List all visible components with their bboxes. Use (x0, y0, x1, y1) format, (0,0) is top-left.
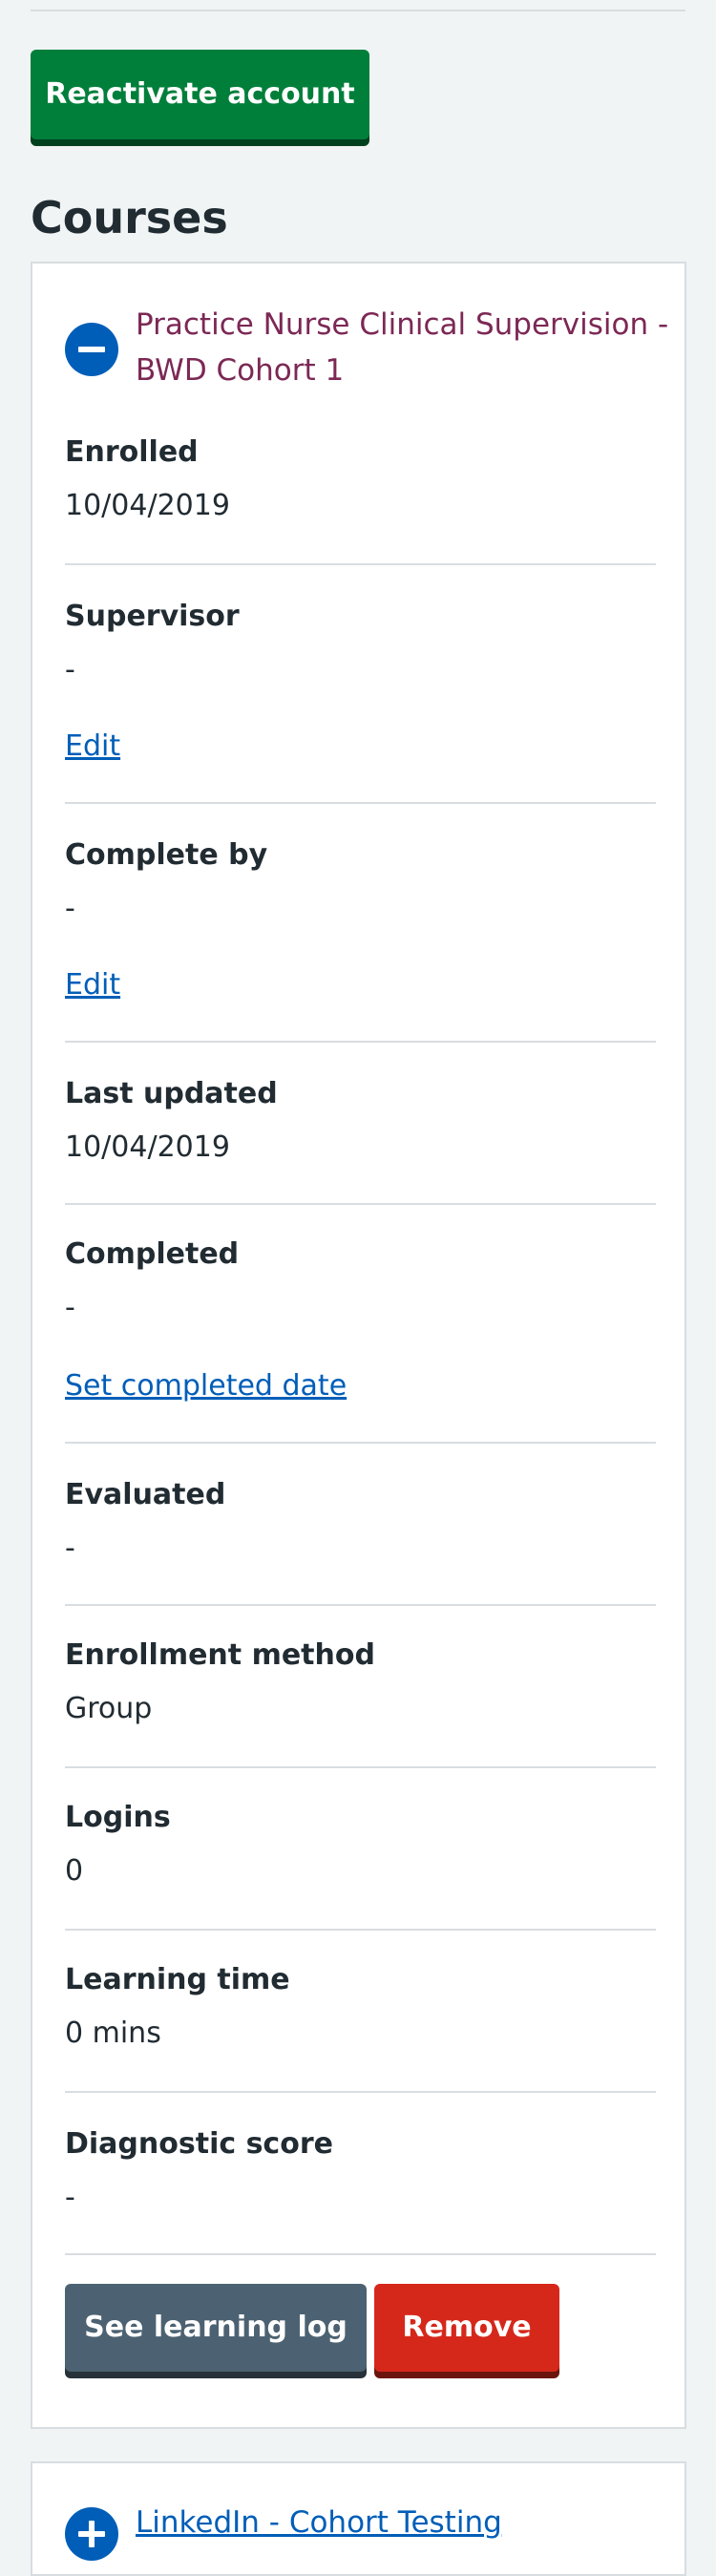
divider (65, 563, 656, 565)
divider (65, 1442, 656, 1444)
enrollment-method-value: Group (65, 1692, 153, 1725)
plus-circle-icon[interactable] (65, 2507, 118, 2561)
divider (65, 2091, 656, 2093)
top-divider (31, 10, 685, 11)
divider (65, 1203, 656, 1205)
remove-button[interactable]: Remove (374, 2284, 559, 2372)
supervisor-label: Supervisor (65, 600, 240, 633)
reactivate-account-button[interactable]: Reactivate account (31, 50, 369, 139)
courses-heading: Courses (31, 192, 228, 243)
logins-label: Logins (65, 1801, 171, 1834)
diagnostic-score-label: Diagnostic score (65, 2127, 333, 2161)
logins-value: 0 (65, 1854, 84, 1888)
diagnostic-score-value: - (65, 2181, 75, 2214)
course-title[interactable]: Practice Nurse Clinical Supervision - BW… (136, 302, 670, 393)
evaluated-value: - (65, 1531, 75, 1565)
divider (65, 2253, 656, 2255)
course-card: LinkedIn - Cohort Testing (31, 2461, 686, 2576)
course-card: Practice Nurse Clinical Supervision - BW… (31, 262, 686, 2429)
divider (65, 1929, 656, 1931)
divider (65, 802, 656, 804)
course-title[interactable]: LinkedIn - Cohort Testing (136, 2500, 670, 2545)
evaluated-label: Evaluated (65, 1478, 226, 1511)
supervisor-value: - (65, 653, 75, 686)
last-updated-label: Last updated (65, 1077, 278, 1110)
enrolled-label: Enrolled (65, 435, 199, 469)
set-completed-date-link[interactable]: Set completed date (65, 1367, 347, 1405)
divider (65, 1041, 656, 1043)
learning-time-label: Learning time (65, 1963, 290, 1996)
last-updated-value: 10/04/2019 (65, 1130, 230, 1164)
complete-by-label: Complete by (65, 838, 268, 872)
enrolled-value: 10/04/2019 (65, 489, 230, 522)
learning-time-value: 0 mins (65, 2016, 161, 2050)
divider (65, 1766, 656, 1768)
enrollment-method-label: Enrollment method (65, 1638, 375, 1672)
divider (65, 1604, 656, 1606)
completed-label: Completed (65, 1237, 240, 1271)
see-learning-log-button[interactable]: See learning log (65, 2284, 367, 2372)
edit-supervisor-link[interactable]: Edit (65, 728, 120, 766)
completed-value: - (65, 1291, 75, 1324)
minus-circle-icon[interactable] (65, 323, 118, 376)
edit-complete-by-link[interactable]: Edit (65, 966, 120, 1004)
complete-by-value: - (65, 892, 75, 925)
